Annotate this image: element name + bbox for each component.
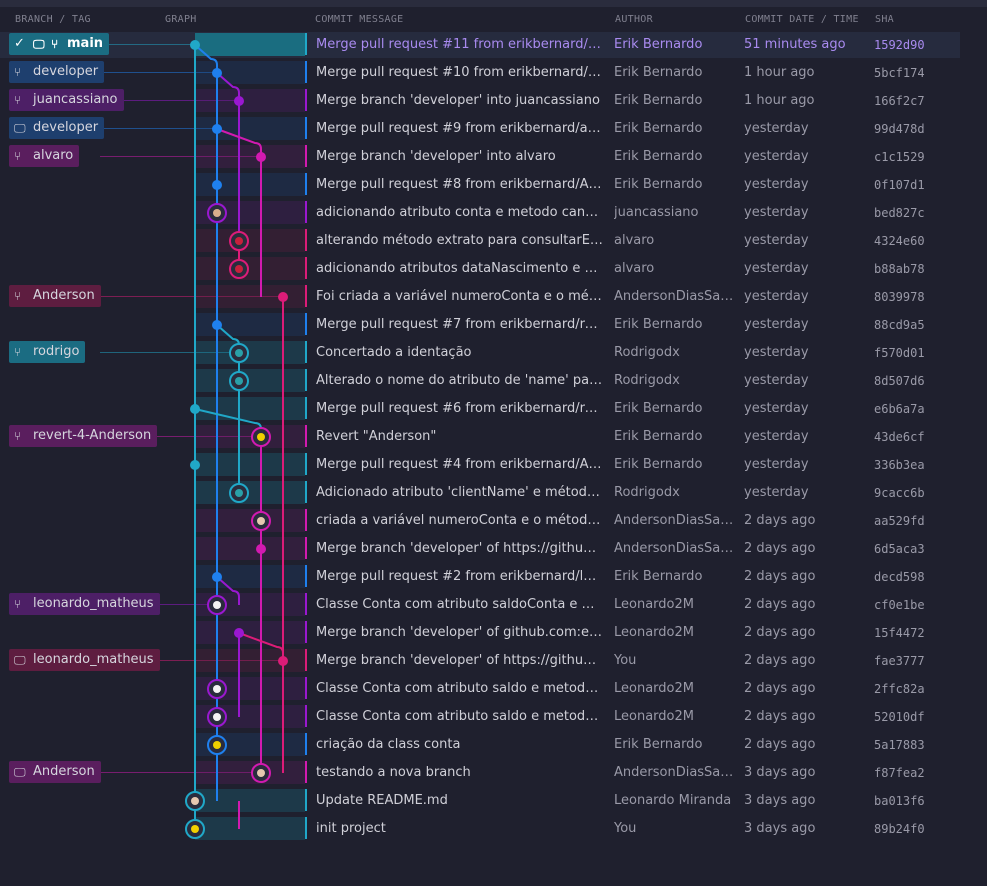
commit-node[interactable] [212,124,222,134]
commit-node[interactable] [278,292,288,302]
avatar-node[interactable] [251,511,271,531]
avatar-node[interactable] [207,203,227,223]
commit-node[interactable] [190,404,200,414]
avatar-node[interactable] [207,735,227,755]
avatar-node[interactable] [229,259,249,279]
commit-node[interactable] [212,68,222,78]
avatar-node[interactable] [185,791,205,811]
commit-node[interactable] [234,96,244,106]
avatar-node[interactable] [229,371,249,391]
commit-node[interactable] [212,572,222,582]
avatar-node[interactable] [185,819,205,839]
avatar-node[interactable] [229,231,249,251]
graph-merge-edge [194,44,218,73]
avatar-node[interactable] [251,763,271,783]
commit-graph [185,40,288,839]
commit-node[interactable] [212,180,222,190]
commit-node[interactable] [190,460,200,470]
commit-node[interactable] [278,656,288,666]
avatar-node[interactable] [229,483,249,503]
commit-node[interactable] [256,544,266,554]
avatar-node[interactable] [229,343,249,363]
commit-node[interactable] [212,320,222,330]
commit-node[interactable] [234,628,244,638]
commit-node[interactable] [256,152,266,162]
avatar-node[interactable] [207,595,227,615]
avatar-node[interactable] [207,707,227,727]
graph-merge-edge [216,72,240,101]
avatar-node[interactable] [251,427,271,447]
avatar-node[interactable] [207,679,227,699]
commit-node[interactable] [190,40,200,50]
graph-merge-edge [194,408,262,437]
